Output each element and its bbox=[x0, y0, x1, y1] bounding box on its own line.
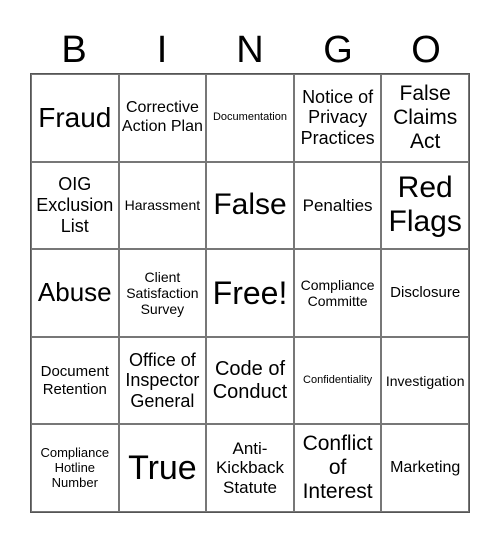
bingo-cell[interactable]: Corrective Action Plan bbox=[118, 74, 207, 162]
bingo-cell[interactable]: OIG Exclusion List bbox=[31, 161, 119, 250]
bingo-cell[interactable]: Disclosure bbox=[381, 249, 469, 337]
bingo-cell[interactable]: Anti-Kickback Statute bbox=[206, 424, 294, 512]
bingo-cell[interactable]: Document Retention bbox=[31, 336, 119, 425]
bingo-cell[interactable]: Compliance Hotline Number bbox=[31, 424, 119, 512]
bingo-cell[interactable]: False bbox=[206, 161, 294, 250]
bingo-cell[interactable]: Marketing bbox=[381, 424, 469, 512]
bingo-cell[interactable]: Client Satisfaction Survey bbox=[118, 249, 207, 337]
bingo-cell[interactable]: Investigation bbox=[381, 336, 469, 425]
bingo-cell[interactable]: Conflict of Interest bbox=[293, 424, 382, 512]
bingo-cell[interactable]: Office of Inspector General bbox=[118, 336, 207, 425]
header-letter-o: O bbox=[411, 29, 441, 71]
bingo-cell[interactable]: Harassment bbox=[118, 161, 207, 250]
bingo-cell[interactable]: True bbox=[118, 424, 207, 512]
header-letter-i: I bbox=[156, 29, 168, 71]
header-letter-n: N bbox=[236, 29, 264, 71]
bingo-grid: Fraud Corrective Action Plan Documentation… bbox=[30, 73, 470, 513]
bingo-cell[interactable]: Notice of Privacy Practices bbox=[293, 74, 382, 162]
bingo-cell[interactable]: Penalties bbox=[293, 161, 382, 250]
bingo-cell[interactable]: Abuse bbox=[31, 249, 119, 337]
bingo-cell[interactable]: Documentation bbox=[206, 74, 294, 162]
bingo-cell[interactable]: Free! bbox=[206, 249, 294, 337]
bingo-header: B I N G O bbox=[30, 28, 470, 72]
bingo-cell[interactable]: Fraud bbox=[31, 74, 119, 162]
header-letter-b: B bbox=[61, 29, 87, 71]
bingo-cell[interactable]: Code of Conduct bbox=[206, 336, 294, 425]
header-letter-g: G bbox=[323, 29, 353, 71]
bingo-cell[interactable]: Compliance Committe bbox=[293, 249, 382, 337]
bingo-cell[interactable]: False Claims Act bbox=[381, 74, 469, 162]
bingo-cell[interactable]: Confidentiality bbox=[293, 336, 382, 425]
bingo-cell[interactable]: Red Flags bbox=[381, 161, 469, 250]
